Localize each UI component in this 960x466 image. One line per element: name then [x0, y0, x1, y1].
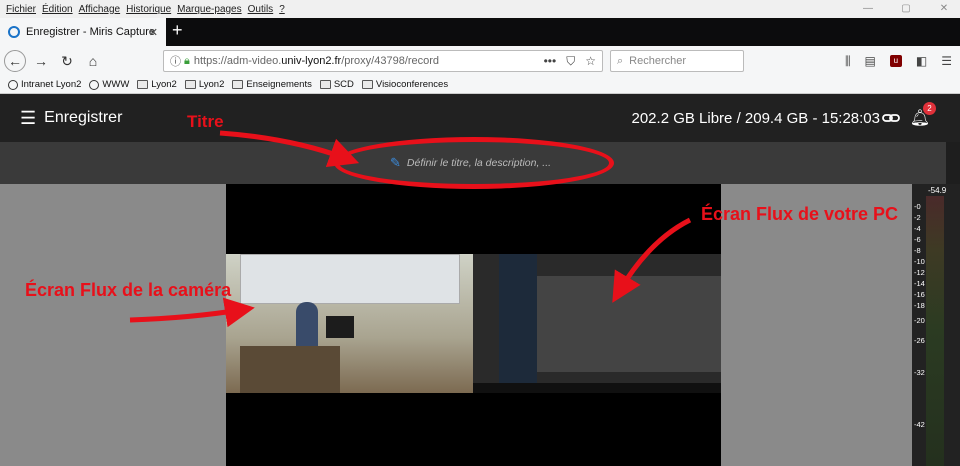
arrow-to-camera — [129, 297, 255, 328]
annotation-arrows — [129, 130, 692, 328]
arrow-to-pc — [612, 217, 692, 303]
arrow-to-title — [219, 130, 360, 167]
